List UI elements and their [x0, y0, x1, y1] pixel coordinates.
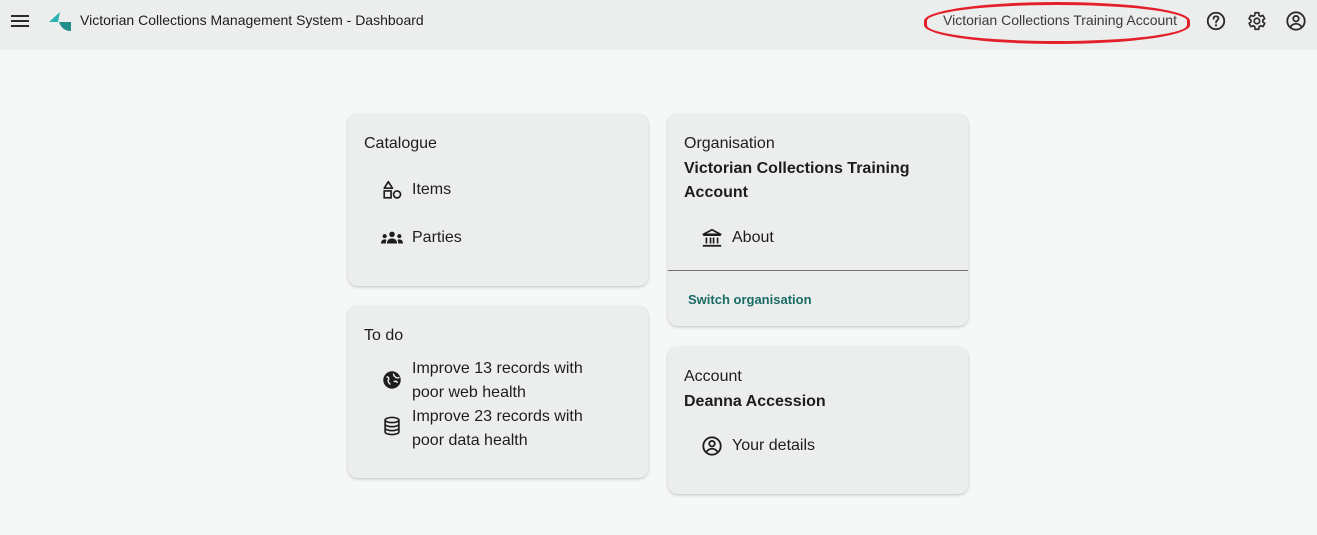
museum-icon [702, 228, 722, 247]
catalogue-card: Catalogue Items Parties [348, 114, 648, 286]
shapes-icon [383, 180, 402, 199]
database-icon [384, 416, 400, 436]
organisation-title: Organisation [684, 135, 775, 152]
organisation-card: Organisation Victorian Collections Train… [668, 114, 968, 326]
account-your-details[interactable]: Your details [701, 435, 941, 461]
your-details-label: Your details [732, 437, 816, 454]
people-icon [381, 231, 403, 244]
catalogue-item-parties[interactable]: Parties [379, 227, 619, 253]
divider [668, 270, 968, 271]
catalogue-item-items[interactable]: Items [381, 179, 621, 205]
todo-item-label: Improve 13 records with poor web health [412, 360, 583, 401]
organisation-about[interactable]: About [701, 227, 941, 253]
logo-icon[interactable] [47, 9, 73, 33]
account-card: Account Deanna Accession Your details [668, 347, 968, 494]
account-user-name: Deanna Accession [684, 393, 826, 410]
help-icon[interactable] [1205, 10, 1227, 32]
catalogue-item-label: Items [412, 181, 452, 198]
account-circle-icon[interactable] [1285, 10, 1307, 32]
about-label: About [732, 229, 774, 246]
menu-icon[interactable] [8, 9, 32, 33]
switch-organisation-link[interactable]: Switch organisation [688, 292, 812, 307]
account-title: Account [684, 368, 742, 385]
settings-icon[interactable] [1245, 10, 1267, 32]
todo-card: To do Improve 13 records with poor web h… [348, 306, 648, 478]
todo-title: To do [364, 327, 404, 344]
top-app-bar: Victorian Collections Management System … [0, 0, 1317, 50]
catalogue-item-label: Parties [412, 229, 462, 246]
organisation-name: Victorian Collections Training Account [684, 160, 910, 201]
account-name[interactable]: Victorian Collections Training Account [943, 12, 1177, 28]
account-circle-icon [702, 436, 722, 456]
app-title: Victorian Collections Management System … [80, 12, 424, 28]
todo-item-web-health[interactable]: Improve 13 records with poor web health [381, 357, 621, 405]
todo-item-label: Improve 23 records with poor data health [412, 408, 583, 449]
todo-item-data-health[interactable]: Improve 23 records with poor data health [381, 405, 621, 453]
globe-icon [383, 371, 401, 389]
catalogue-title: Catalogue [364, 135, 437, 152]
